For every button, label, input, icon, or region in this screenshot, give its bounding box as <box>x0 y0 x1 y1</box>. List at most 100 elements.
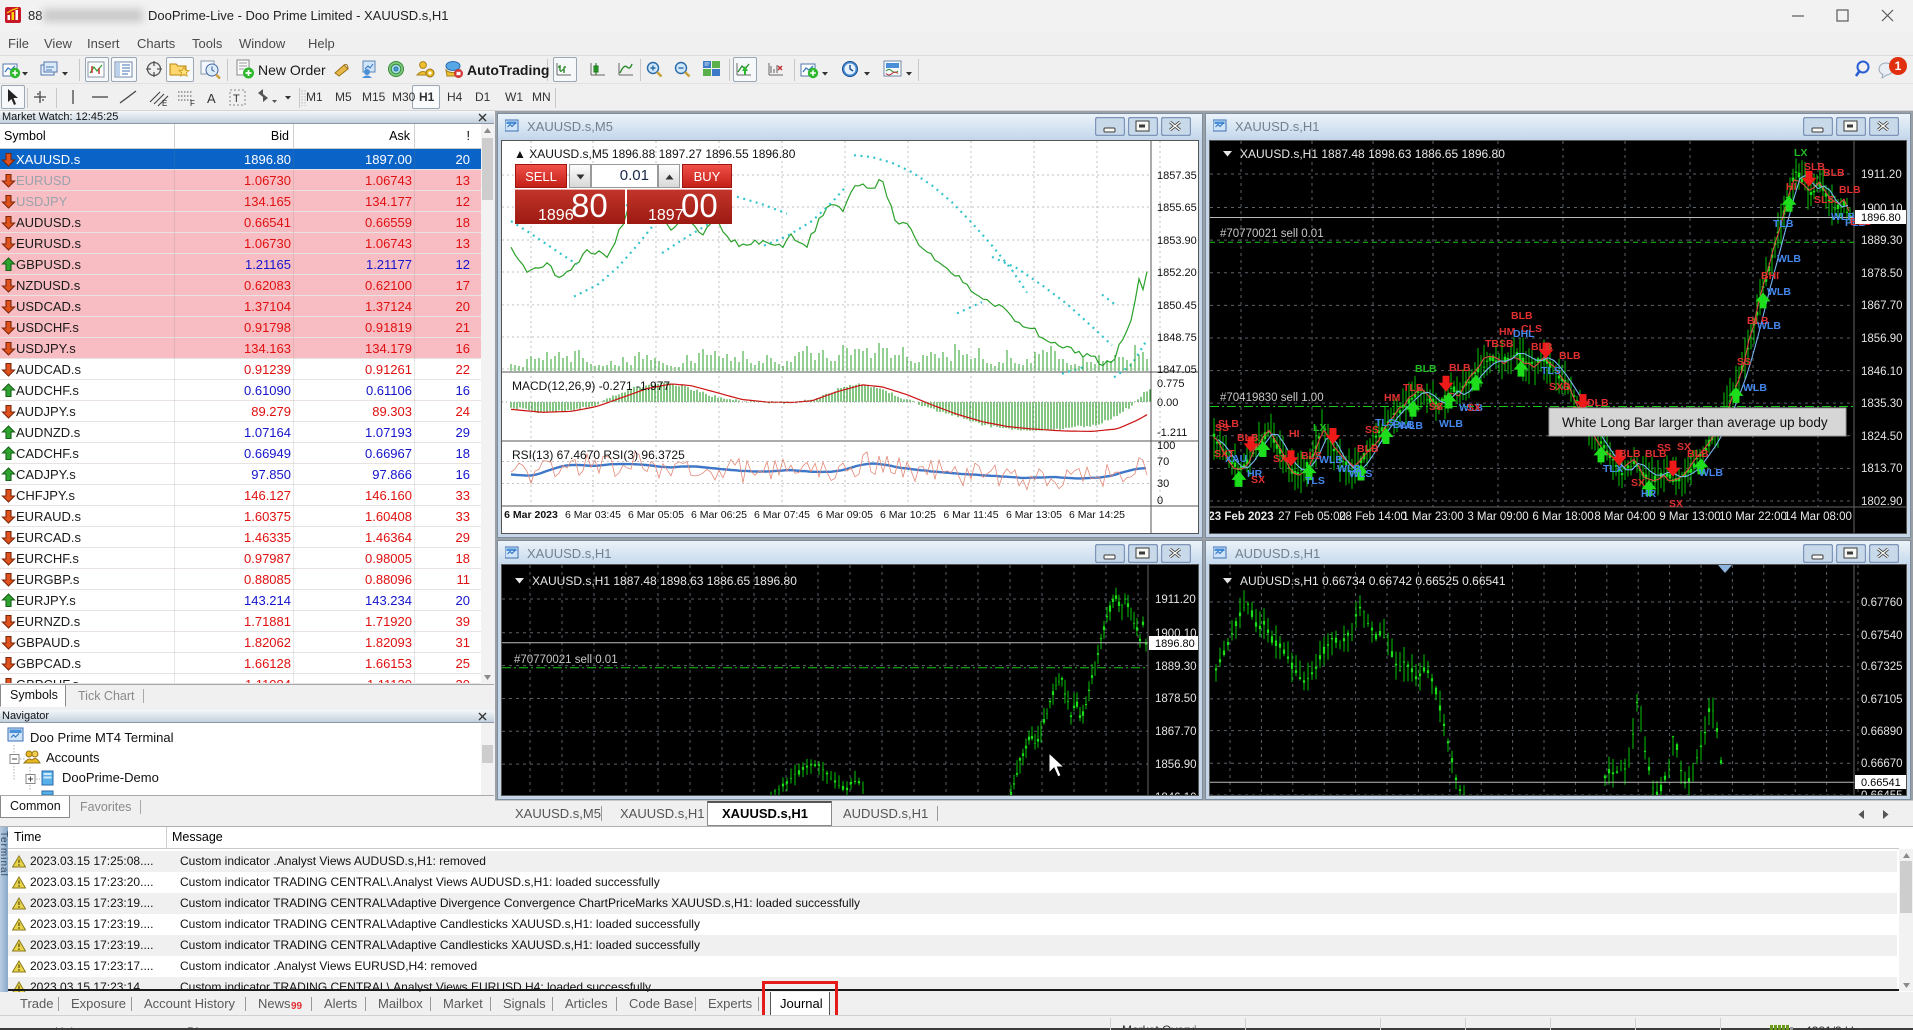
svg-text:1847.05: 1847.05 <box>1157 364 1197 376</box>
svg-text:0.66890: 0.66890 <box>1861 726 1903 738</box>
svg-text:0.66670: 0.66670 <box>1861 758 1903 770</box>
svg-text:27 Feb 05:00: 27 Feb 05:00 <box>1278 511 1346 523</box>
svg-text:9 Mar 13:00: 9 Mar 13:00 <box>1659 511 1720 523</box>
svg-text:WLB: WLB <box>1767 286 1791 298</box>
svg-text:8 Mar 04:00: 8 Mar 04:00 <box>1594 511 1655 523</box>
svg-text:MACD(12,26,9) -0.271 -1.977: MACD(12,26,9) -0.271 -1.977 <box>512 379 670 393</box>
svg-text:1824.50: 1824.50 <box>1861 431 1903 443</box>
svg-text:E: E <box>162 99 167 108</box>
svg-text:SX: SX <box>1273 453 1287 465</box>
svg-text:0.67325: 0.67325 <box>1861 661 1903 673</box>
svg-text:SS: SS <box>1657 442 1671 454</box>
svg-text:1848.75: 1848.75 <box>1157 332 1197 344</box>
svg-text:1835.30: 1835.30 <box>1861 398 1903 410</box>
svg-text:SXT: SXT <box>1214 448 1235 460</box>
svg-text:1856.90: 1856.90 <box>1155 759 1197 771</box>
svg-text:DHL: DHL <box>1513 328 1535 340</box>
svg-text:TLX: TLX <box>1603 463 1623 475</box>
svg-text:BLB: BLB <box>1559 350 1581 362</box>
svg-text:Accounts: Accounts <box>46 750 100 765</box>
svg-text:SX: SX <box>1251 474 1265 486</box>
svg-text:6 Mar 07:45: 6 Mar 07:45 <box>754 509 810 521</box>
svg-text:DLB: DLB <box>1587 397 1609 409</box>
svg-text:RSI(13) 67.4670 RSI(3) 96.372: RSI(13) 67.4670 RSI(3) 96.3725 <box>512 448 685 462</box>
svg-text:6 Mar 06:25: 6 Mar 06:25 <box>691 509 747 521</box>
svg-text:BLB: BLB <box>1449 362 1471 374</box>
svg-text:XAUUSD.s,H1 1887.48 1898.63 1: XAUUSD.s,H1 1887.48 1898.63 1886.65 1896… <box>1240 147 1505 161</box>
svg-text:#70419830 sell 1.00: #70419830 sell 1.00 <box>1220 392 1324 404</box>
svg-text:0.67760: 0.67760 <box>1861 597 1903 609</box>
svg-text:HI: HI <box>1786 181 1797 193</box>
svg-text:SLS: SLS <box>1814 194 1834 206</box>
svg-text:New Order: New Order <box>258 62 326 78</box>
svg-text:HR: HR <box>1641 488 1657 500</box>
svg-text:WLB: WLB <box>1439 418 1463 430</box>
svg-text:BLB: BLB <box>1823 167 1845 179</box>
svg-text:1846.10: 1846.10 <box>1155 792 1197 795</box>
svg-text:0.775: 0.775 <box>1157 378 1185 390</box>
svg-text:1889.30: 1889.30 <box>1155 661 1197 673</box>
svg-text:10 Mar 22:00: 10 Mar 22:00 <box>1719 511 1787 523</box>
svg-text:F: F <box>190 99 195 108</box>
svg-text:TLB: TLB <box>1773 218 1794 230</box>
svg-text:6 Mar 11:45: 6 Mar 11:45 <box>943 509 998 521</box>
svg-text:SS: SS <box>1429 401 1443 413</box>
svg-text:1856.90: 1856.90 <box>1861 333 1903 345</box>
svg-text:BLB: BLB <box>1619 448 1641 460</box>
svg-text:TLS: TLS <box>1541 365 1561 377</box>
svg-text:SX: SX <box>1677 441 1691 453</box>
svg-text:WLB: WLB <box>1399 420 1423 432</box>
svg-text:WLS: WLS <box>1349 468 1372 480</box>
svg-text:1813.70: 1813.70 <box>1861 463 1903 475</box>
svg-text:#70770021 sell 0.01: #70770021 sell 0.01 <box>1220 228 1324 240</box>
svg-text:TLB: TLB <box>1403 382 1424 394</box>
svg-text:6 Mar 03:45: 6 Mar 03:45 <box>565 509 621 521</box>
svg-text:1853.90: 1853.90 <box>1157 235 1197 247</box>
svg-text:TLS: TLS <box>1305 475 1325 487</box>
svg-text:6 Mar 13:05: 6 Mar 13:05 <box>1006 509 1062 521</box>
svg-text:SS: SS <box>1737 356 1751 368</box>
svg-text:1896.80: 1896.80 <box>1861 212 1901 224</box>
svg-text:Doo Prime MT4 Terminal: Doo Prime MT4 Terminal <box>30 730 174 745</box>
svg-text:HI: HI <box>1289 428 1300 440</box>
svg-text:BLB: BLB <box>1531 341 1553 353</box>
svg-text:TLS: TLS <box>1375 417 1395 429</box>
svg-text:0.00: 0.00 <box>1157 397 1178 409</box>
svg-text:0.67105: 0.67105 <box>1861 694 1903 706</box>
svg-text:SXB: SXB <box>1549 381 1571 393</box>
svg-text:1846.10: 1846.10 <box>1861 366 1903 378</box>
svg-text:1867.70: 1867.70 <box>1155 726 1197 738</box>
svg-text:1896.80: 1896.80 <box>1155 638 1195 650</box>
svg-text:BHI: BHI <box>1761 270 1779 282</box>
svg-text:XAUUSD.s,H1 1887.48 1898.63 1: XAUUSD.s,H1 1887.48 1898.63 1886.65 1896… <box>532 574 797 588</box>
svg-text:BLB: BLB <box>1839 184 1861 196</box>
svg-text:A: A <box>207 91 216 106</box>
svg-text:WLB: WLB <box>1777 253 1801 265</box>
svg-text:LX: LX <box>1313 422 1326 434</box>
svg-text:6 Mar 18:00: 6 Mar 18:00 <box>1532 511 1593 523</box>
svg-text:1 Mar 23:00: 1 Mar 23:00 <box>1402 511 1463 523</box>
svg-text:TBSB: TBSB <box>1485 338 1514 350</box>
svg-text:T: T <box>233 93 240 105</box>
svg-text:BLB: BLB <box>1511 310 1533 322</box>
svg-text:1852.20: 1852.20 <box>1157 267 1197 279</box>
svg-text:1: 1 <box>1895 59 1902 73</box>
svg-text:BLB: BLB <box>1237 432 1259 444</box>
svg-text:70: 70 <box>1157 456 1169 468</box>
svg-text:BLB: BLB <box>1357 443 1379 455</box>
svg-text:0.66455: 0.66455 <box>1861 790 1903 795</box>
svg-text:1855.65: 1855.65 <box>1157 202 1197 214</box>
svg-text:1850.45: 1850.45 <box>1157 300 1197 312</box>
svg-text:6 Mar 10:25: 6 Mar 10:25 <box>880 509 936 521</box>
svg-text:6 Mar 14:25: 6 Mar 14:25 <box>1069 509 1125 521</box>
svg-text:0.66541: 0.66541 <box>1861 777 1901 789</box>
svg-text:AUDUSD.s,H1 0.66734 0.66742 0: AUDUSD.s,H1 0.66734 0.66742 0.66525 0.66… <box>1240 574 1506 588</box>
svg-text:100: 100 <box>1157 440 1175 452</box>
svg-text:1878.50: 1878.50 <box>1155 693 1197 705</box>
svg-text:WLB: WLB <box>1757 320 1781 332</box>
svg-text:23 Feb 2023: 23 Feb 2023 <box>1210 511 1274 523</box>
svg-text:BLB: BLB <box>1415 363 1437 375</box>
svg-text:SX: SX <box>1467 402 1481 414</box>
svg-text:6 Mar 05:05: 6 Mar 05:05 <box>628 509 684 521</box>
svg-text:1911.20: 1911.20 <box>1155 594 1196 606</box>
